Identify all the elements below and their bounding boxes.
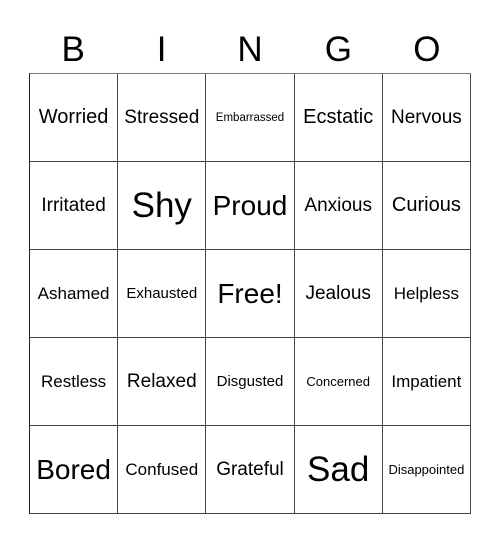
bingo-cell[interactable]: Proud [206, 162, 295, 250]
bingo-cell[interactable]: Impatient [382, 338, 471, 426]
bingo-cell[interactable]: Disappointed [382, 426, 471, 514]
free-space[interactable]: Free! [206, 250, 295, 338]
bingo-cell[interactable]: Stressed [118, 74, 207, 162]
bingo-cell[interactable]: Relaxed [118, 338, 207, 426]
bingo-cell[interactable]: Confused [118, 426, 207, 514]
bingo-cell[interactable]: Shy [118, 162, 207, 250]
header-letter-g: G [324, 30, 353, 69]
header-letter-n: N [237, 30, 263, 69]
bingo-cell[interactable]: Worried [30, 74, 119, 162]
header-letter-o: O [413, 30, 441, 69]
bingo-cell[interactable]: Grateful [206, 426, 295, 514]
header-letter-b: B [61, 30, 85, 69]
bingo-cell[interactable]: Helpless [382, 250, 471, 338]
header-letter-i: I [156, 30, 167, 69]
bingo-cell[interactable]: Restless [30, 338, 119, 426]
bingo-header: B I N G O [29, 30, 471, 70]
bingo-cell[interactable]: Jealous [294, 250, 383, 338]
bingo-cell[interactable]: Sad [294, 426, 383, 514]
bingo-cell[interactable]: Embarrassed [206, 74, 295, 162]
bingo-cell[interactable]: Disgusted [206, 338, 295, 426]
bingo-cell[interactable]: Curious [382, 162, 471, 250]
bingo-cell[interactable]: Ecstatic [294, 74, 383, 162]
bingo-cell[interactable]: Anxious [294, 162, 383, 250]
bingo-cell[interactable]: Ashamed [30, 250, 119, 338]
bingo-cell[interactable]: Exhausted [118, 250, 207, 338]
bingo-cell[interactable]: Concerned [294, 338, 383, 426]
bingo-cell[interactable]: Bored [30, 426, 119, 514]
bingo-cell[interactable]: Nervous [382, 74, 471, 162]
bingo-cell[interactable]: Irritated [30, 162, 119, 250]
bingo-grid: Worried Stressed Embarrassed Ecstatic Ne… [29, 73, 471, 514]
